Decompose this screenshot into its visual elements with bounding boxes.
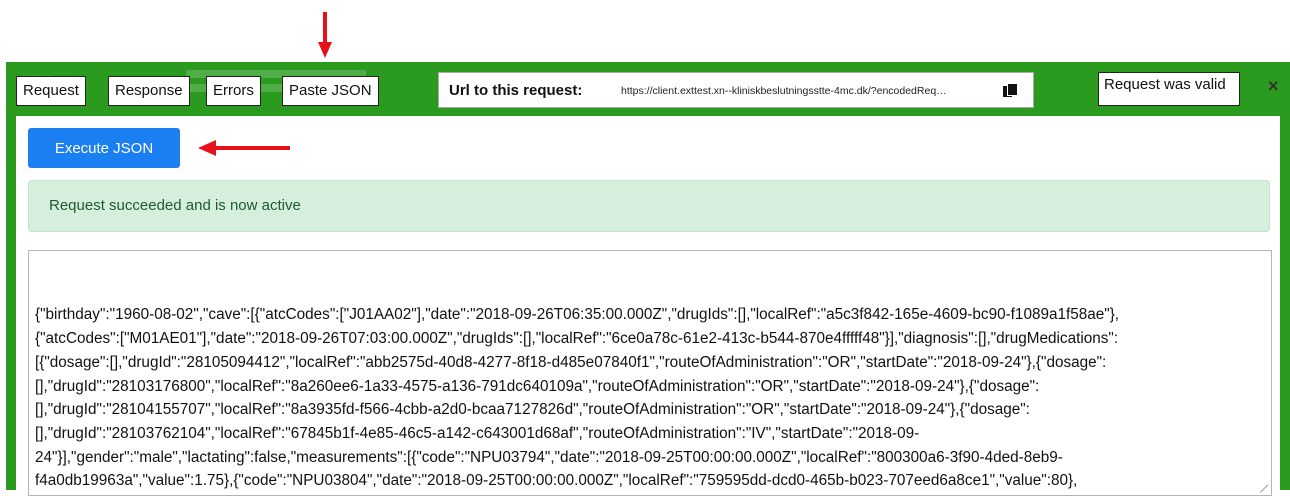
modal-frame: ІТІ Request Response Errors Paste JSON U… — [6, 62, 1290, 496]
json-line: {"atcCodes":["M01AE01"],"date":"2018-09-… — [35, 330, 1119, 348]
copy-icon[interactable] — [1003, 83, 1018, 99]
tab-paste-json[interactable]: Paste JSON — [282, 76, 379, 106]
json-content: {"birthday":"1960-08-02","cave":[{"atcCo… — [35, 303, 1265, 495]
tab-request[interactable]: Request — [16, 76, 86, 106]
url-value[interactable]: https://client.exttest.xn--kliniskbeslut… — [621, 85, 983, 97]
url-box: Url to this request: https://client.extt… — [438, 72, 1034, 108]
json-line: [],"drugId":"28103762104","localRef":"67… — [35, 424, 920, 442]
success-alert: Request succeeded and is now active — [28, 180, 1270, 232]
tab-errors[interactable]: Errors — [206, 76, 261, 106]
json-line: {"birthday":"1960-08-02","cave":[{"atcCo… — [35, 306, 1120, 324]
json-line: [],"drugId":"28104155707","localRef":"8a… — [35, 401, 1030, 419]
json-line: f4a0db19963a","value":1.75},{"code":"NPU… — [35, 472, 1078, 490]
url-label: Url to this request: — [449, 82, 583, 99]
json-line: [],"drugId":"28103176800","localRef":"8a… — [35, 377, 1040, 395]
annotation-arrow-down — [318, 12, 332, 58]
close-icon[interactable]: × — [1268, 76, 1279, 97]
request-panel: Execute JSON Request succeeded and is no… — [16, 116, 1280, 496]
tab-response[interactable]: Response — [108, 76, 190, 106]
validation-status: Request was valid — [1098, 72, 1240, 106]
json-textarea[interactable]: {"birthday":"1960-08-02","cave":[{"atcCo… — [28, 250, 1272, 496]
json-line: [{"dosage":[],"drugId":"28105094412","lo… — [35, 353, 1107, 371]
json-line: 24"}],"gender":"male","lactating":false,… — [35, 448, 1063, 466]
execute-json-button[interactable]: Execute JSON — [28, 128, 180, 168]
annotation-arrow-left — [198, 140, 290, 156]
resize-grip-icon[interactable] — [1260, 484, 1268, 492]
